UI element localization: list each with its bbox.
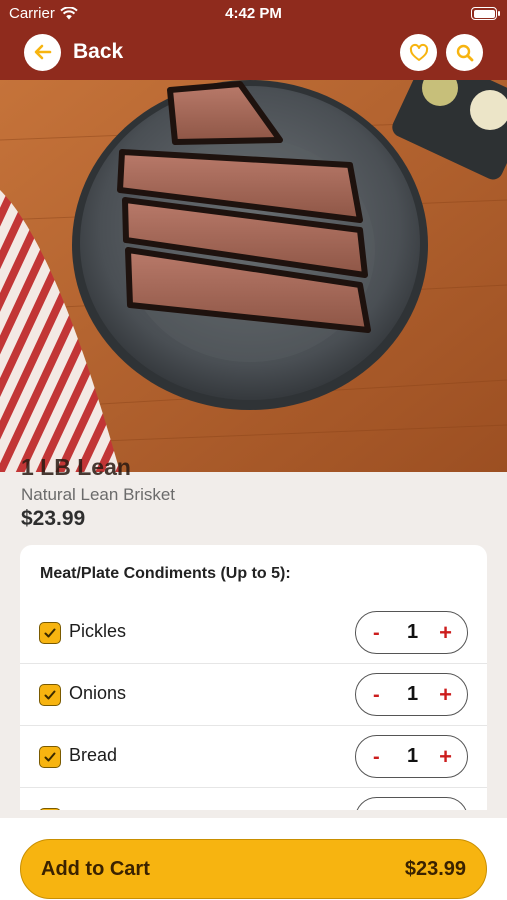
product-image <box>0 80 507 472</box>
increment-button[interactable]: + <box>439 620 452 646</box>
heart-icon <box>409 43 428 61</box>
quantity-value: 1 <box>406 745 419 767</box>
option-label: Pickles <box>69 621 127 641</box>
condiments-title: Meat/Plate Condiments (Up to 5): <box>40 565 291 582</box>
list-item <box>20 787 487 810</box>
option-label: Onions <box>69 683 127 703</box>
quantity-stepper: - 1 + <box>355 611 468 654</box>
checkbox[interactable] <box>39 808 61 810</box>
product-name: 1 LB Lean <box>21 454 131 480</box>
increment-button[interactable]: + <box>439 682 452 708</box>
back-arrow-icon <box>24 33 61 71</box>
back-button[interactable]: Back <box>24 33 123 71</box>
quantity-stepper: - 1 + <box>355 735 468 778</box>
checkbox[interactable] <box>39 622 61 644</box>
quantity-stepper <box>355 797 468 810</box>
battery-icon <box>471 7 500 20</box>
add-to-cart-button[interactable]: Add to Cart $23.99 <box>20 839 487 899</box>
product-price: $23.99 <box>21 507 86 530</box>
quantity-value: 1 <box>406 683 419 705</box>
search-button[interactable] <box>446 34 483 71</box>
checkbox[interactable] <box>39 684 61 706</box>
search-icon <box>456 44 473 61</box>
list-item: Bread - 1 + <box>20 725 487 787</box>
option-label: Bread <box>69 745 118 765</box>
clock: 4:42 PM <box>225 5 282 22</box>
bottom-bar: Add to Cart $23.99 <box>0 818 507 900</box>
list-item: Pickles - 1 + <box>20 602 487 664</box>
checkmark-icon <box>44 752 56 762</box>
add-to-cart-label: Add to Cart <box>41 857 150 880</box>
list-item: Onions - 1 + <box>20 663 487 725</box>
condiments-card: Meat/Plate Condiments (Up to 5): Pickles… <box>20 545 487 810</box>
back-label: Back <box>73 40 124 63</box>
quantity-value: 1 <box>406 621 419 643</box>
checkbox[interactable] <box>39 746 61 768</box>
top-bar: Carrier 4:42 PM Back <box>0 0 507 80</box>
checkmark-icon <box>44 628 56 638</box>
checkmark-icon <box>44 690 56 700</box>
status-bar: Carrier 4:42 PM <box>0 0 507 28</box>
increment-button[interactable]: + <box>439 744 452 770</box>
product-description: Natural Lean Brisket <box>21 485 176 504</box>
cart-total: $23.99 <box>404 857 466 880</box>
favorite-button[interactable] <box>400 34 437 71</box>
quantity-stepper: - 1 + <box>355 673 468 716</box>
